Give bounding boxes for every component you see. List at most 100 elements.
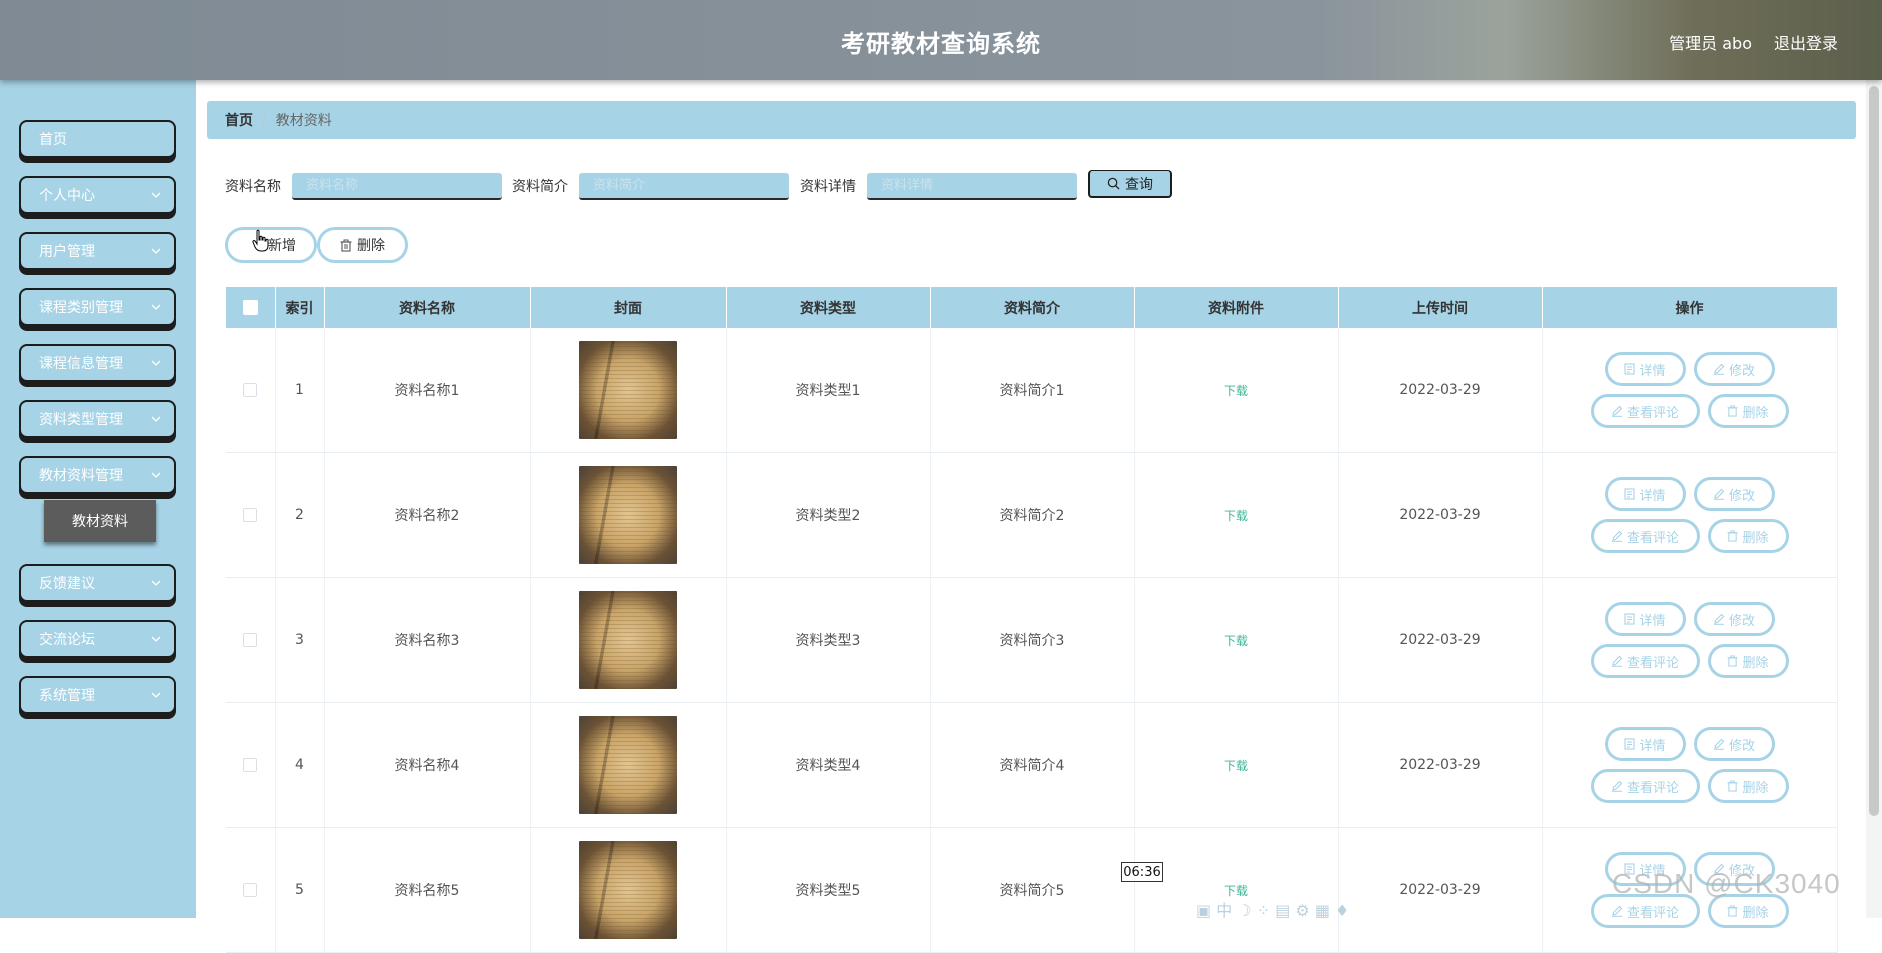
vertical-scrollbar[interactable] [1866, 80, 1882, 918]
delete-button[interactable]: 删除 [1707, 519, 1789, 553]
edit-icon [1713, 738, 1725, 750]
row-intro: 资料简介3 [930, 577, 1135, 703]
sidebar-item-label: 资料类型管理 [39, 412, 123, 428]
sidebar-item-textbook-materials[interactable]: 教材资料管理 [19, 456, 176, 494]
delete-button-label: 删除 [1742, 530, 1769, 546]
row-actions: 详情 修改 查看评论 删除 [1543, 727, 1837, 803]
download-link[interactable]: 下载 [1224, 884, 1248, 898]
edit-button[interactable]: 修改 [1693, 727, 1775, 761]
view-comments-button[interactable]: 查看评论 [1590, 769, 1700, 803]
delete-button[interactable]: 删除 [1707, 644, 1789, 678]
download-link[interactable]: 下载 [1224, 759, 1248, 773]
row-checkbox[interactable] [243, 883, 258, 897]
row-select-cell [226, 328, 276, 453]
sidebar-item-system[interactable]: 系统管理 [19, 676, 176, 714]
sidebar-item-label: 用户管理 [39, 244, 95, 260]
detail-button[interactable]: 详情 [1604, 602, 1686, 636]
row-select-cell [226, 702, 276, 828]
chevron-down-icon [151, 192, 161, 198]
search-intro-input[interactable] [579, 173, 789, 200]
delete-button[interactable]: 删除 [1707, 394, 1789, 428]
row-type: 资料类型3 [726, 577, 931, 703]
sidebar-subitem-textbook[interactable]: 教材资料 [44, 500, 156, 542]
download-link[interactable]: 下载 [1224, 509, 1248, 523]
document-icon [1624, 363, 1636, 375]
search-intro-label: 资料简介 [512, 179, 568, 195]
row-index: 3 [275, 577, 325, 703]
view-comments-button[interactable]: 查看评论 [1590, 519, 1700, 553]
search-name-input[interactable] [292, 173, 502, 200]
cover-image[interactable] [579, 466, 677, 564]
row-actions: 详情 修改 查看评论 删除 [1543, 602, 1837, 678]
cover-image[interactable] [579, 841, 677, 939]
detail-button[interactable]: 详情 [1604, 352, 1686, 386]
sidebar-item-profile[interactable]: 个人中心 [19, 176, 176, 214]
row-actions-line: 详情 修改 [1604, 602, 1775, 636]
table-header-row: 索引 资料名称 封面 资料类型 资料简介 资料附件 上传时间 操作 [226, 287, 1838, 328]
sidebar-item-users[interactable]: 用户管理 [19, 232, 176, 270]
batch-delete-button[interactable]: 删除 [317, 227, 408, 263]
row-name: 资料名称2 [324, 452, 531, 578]
sidebar-item-forum[interactable]: 交流论坛 [19, 620, 176, 658]
row-upload-time: 2022-03-29 [1338, 452, 1543, 578]
cover-image[interactable] [579, 341, 677, 439]
row-actions-line: 详情 修改 [1604, 727, 1775, 761]
column-header-intro: 资料简介 [930, 287, 1135, 328]
row-cover-cell [530, 452, 727, 578]
query-button[interactable]: 查询 [1088, 170, 1172, 198]
sidebar-item-label: 课程类别管理 [39, 300, 123, 316]
scrollbar-thumb[interactable] [1869, 86, 1879, 816]
edit-button[interactable]: 修改 [1693, 602, 1775, 636]
row-checkbox[interactable] [243, 633, 258, 647]
edit-icon [1611, 905, 1623, 917]
download-link[interactable]: 下载 [1224, 634, 1248, 648]
view-comments-label: 查看评论 [1626, 530, 1679, 546]
edit-button[interactable]: 修改 [1693, 352, 1775, 386]
add-button[interactable]: 新增 [225, 227, 317, 263]
column-header-index: 索引 [275, 287, 325, 328]
breadcrumb-home[interactable]: 首页 [225, 110, 253, 130]
search-detail-input[interactable] [867, 173, 1077, 200]
cover-image[interactable] [579, 591, 677, 689]
sidebar-item-course-category[interactable]: 课程类别管理 [19, 288, 176, 326]
edit-icon [1611, 405, 1623, 417]
ime-toolbar: ▣ 中 ☽ ⁘ ▤ ⚙ ▦ ♦ [1196, 901, 1350, 920]
delete-button[interactable]: 删除 [1707, 769, 1789, 803]
edit-button-label: 修改 [1728, 613, 1755, 629]
watermark: CSDN @CK3040 [1612, 868, 1841, 899]
row-actions-line: 详情 修改 [1604, 477, 1775, 511]
row-index: 4 [275, 702, 325, 828]
row-upload-time: 2022-03-29 [1338, 702, 1543, 828]
detail-button[interactable]: 详情 [1604, 477, 1686, 511]
chevron-down-icon [151, 304, 161, 310]
logout-link[interactable]: 退出登录 [1774, 30, 1838, 54]
row-cover-cell [530, 827, 727, 953]
sidebar-item-label: 系统管理 [39, 688, 95, 704]
top-header: 考研教材查询系统 管理员 abo 退出登录 [0, 0, 1882, 80]
view-comments-button[interactable]: 查看评论 [1590, 644, 1700, 678]
edit-icon [1713, 488, 1725, 500]
materials-table: 索引 资料名称 封面 资料类型 资料简介 资料附件 上传时间 操作 1 资料名称… [226, 287, 1838, 953]
row-checkbox[interactable] [243, 508, 258, 522]
row-checkbox[interactable] [243, 758, 258, 772]
row-checkbox[interactable] [243, 383, 258, 397]
cover-image[interactable] [579, 716, 677, 814]
chevron-down-icon [151, 472, 161, 478]
sidebar: 首页 个人中心 用户管理 课程类别管理 课程信息管理 资料类型管理 教材资料管理… [0, 80, 196, 918]
detail-button[interactable]: 详情 [1604, 727, 1686, 761]
view-comments-button[interactable]: 查看评论 [1590, 394, 1700, 428]
sidebar-item-course-info[interactable]: 课程信息管理 [19, 344, 176, 382]
edit-button[interactable]: 修改 [1693, 477, 1775, 511]
row-actions-line: 查看评论 删除 [1590, 519, 1789, 553]
document-icon [1624, 613, 1636, 625]
sidebar-item-home[interactable]: 首页 [19, 120, 176, 158]
sidebar-item-label: 反馈建议 [39, 576, 95, 592]
sidebar-item-material-type[interactable]: 资料类型管理 [19, 400, 176, 438]
sidebar-item-label: 教材资料管理 [39, 468, 123, 484]
row-actions-cell: 详情 修改 查看评论 删除 [1542, 328, 1838, 453]
sidebar-item-feedback[interactable]: 反馈建议 [19, 564, 176, 602]
select-all-checkbox[interactable] [242, 300, 258, 315]
row-actions: 详情 修改 查看评论 删除 [1543, 477, 1837, 553]
download-link[interactable]: 下载 [1224, 384, 1248, 398]
search-detail-label: 资料详情 [800, 179, 856, 195]
